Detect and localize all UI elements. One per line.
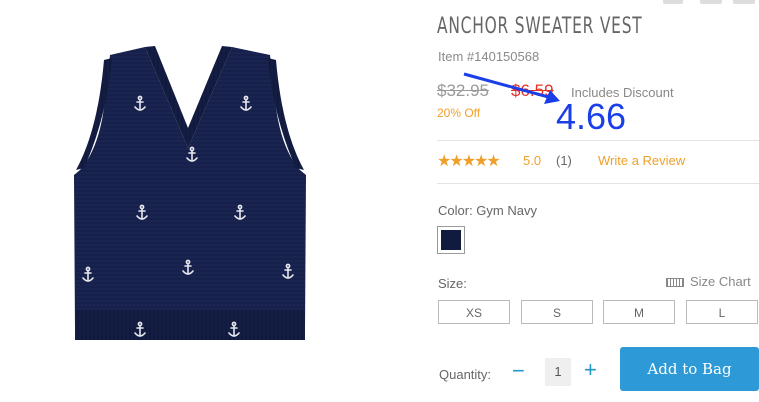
color-label: Color: Gym Navy — [438, 203, 537, 218]
write-review-link[interactable]: Write a Review — [598, 153, 685, 168]
toolbar-icon[interactable] — [663, 0, 683, 4]
size-option-l[interactable]: L — [686, 300, 758, 324]
add-to-bag-button[interactable]: Add to Bag — [620, 347, 759, 391]
annotation-arrow-icon — [463, 72, 560, 104]
review-count: (1) — [556, 153, 572, 168]
quantity-label: Quantity: — [439, 367, 492, 382]
product-title: ANCHOR SWEATER VEST — [437, 14, 643, 39]
toolbar-icon[interactable] — [700, 0, 722, 4]
size-option-s[interactable]: S — [521, 300, 593, 324]
color-swatch-gym-navy[interactable] — [437, 226, 465, 254]
toolbar-icon[interactable] — [733, 0, 755, 4]
divider — [437, 140, 759, 141]
star-rating-icon: ★★★★★ — [437, 153, 501, 170]
size-chart-label: Size Chart — [690, 274, 751, 289]
size-option-xs[interactable]: XS — [438, 300, 510, 324]
annotation-value: 4.66 — [556, 96, 627, 137]
rating-score: 5.0 — [523, 153, 542, 168]
size-chart-link[interactable]: Size Chart — [666, 274, 751, 289]
size-label: Size: — [438, 276, 467, 291]
divider — [437, 183, 759, 184]
quantity-increment-button[interactable]: + — [584, 357, 597, 383]
product-image — [74, 46, 306, 340]
size-option-m[interactable]: M — [603, 300, 675, 324]
quantity-input[interactable]: 1 — [545, 358, 571, 386]
ruler-icon — [666, 278, 684, 288]
item-number: Item #140150568 — [438, 49, 540, 64]
quantity-decrement-button[interactable]: − — [512, 358, 525, 384]
